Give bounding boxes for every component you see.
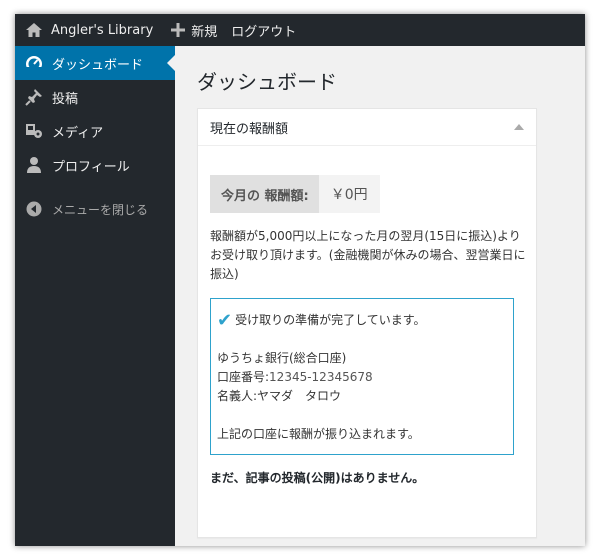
admin-sidebar: ダッシュボード 投稿 メディア プロフィール メニューを閉じる: [15, 46, 175, 546]
collapse-label: メニューを閉じる: [52, 202, 149, 217]
sidebar-item-label: メディア: [52, 125, 104, 141]
transfer-note: 上記の口座に報酬が振り込まれます。: [217, 427, 420, 441]
user-icon: [25, 156, 43, 174]
sidebar-item-label: ダッシュボード: [52, 57, 144, 73]
sidebar-item-media[interactable]: メディア: [15, 114, 175, 148]
check-icon: ✔: [217, 310, 233, 331]
media-icon: [25, 122, 43, 140]
sidebar-item-posts[interactable]: 投稿: [15, 80, 175, 114]
logout-link[interactable]: ログアウト: [231, 14, 296, 46]
page-title: ダッシュボード: [197, 70, 337, 94]
collapse-toggle-icon[interactable]: [514, 124, 524, 130]
account-number: 12345-12345678: [269, 370, 373, 384]
widget-body: 今月の 報酬額: ￥0円 報酬額が5,000円以上になった月の翌月(15日に振込…: [198, 146, 536, 486]
sidebar-item-label: プロフィール: [52, 159, 130, 175]
reward-summary: 今月の 報酬額: ￥0円: [210, 175, 380, 213]
pin-icon: [25, 88, 43, 106]
site-name-link[interactable]: Angler's Library: [15, 14, 153, 46]
collapse-menu-button[interactable]: メニューを閉じる: [15, 192, 175, 226]
app-window: Angler's Library 新規 ログアウト ダッシュボード 投稿 メディ…: [15, 14, 585, 546]
admin-bar: Angler's Library 新規 ログアウト: [15, 14, 585, 46]
reward-value: ￥0円: [318, 175, 380, 213]
account-row: 口座番号:12345-12345678: [217, 368, 507, 387]
collapse-arrow-icon: [25, 200, 43, 218]
sidebar-item-label: 投稿: [52, 91, 79, 107]
home-icon: [26, 23, 42, 37]
no-posts-message: まだ、記事の投稿(公開)はありません。: [210, 471, 425, 485]
reward-widget: 現在の報酬額 今月の 報酬額: ￥0円 報酬額が5,000円以上になった月の翌月…: [197, 108, 537, 538]
sidebar-item-dashboard[interactable]: ダッシュボード: [15, 46, 175, 80]
bank-name: ゆうちょ銀行(総合口座): [217, 351, 347, 365]
main-content: ダッシュボード 現在の報酬額 今月の 報酬額: ￥0円 報酬額が5,000円以上…: [175, 46, 585, 546]
payment-note: 報酬額が5,000円以上になった月の翌月(15日に振込)よりお受け取り頂けます。…: [210, 229, 526, 281]
ready-status: ✔ 受け取りの準備が完了しています。: [217, 311, 507, 330]
ready-text: 受け取りの準備が完了しています。: [235, 313, 426, 327]
logout-label: ログアウト: [231, 24, 297, 40]
account-holder: 名義人:ヤマダ タロウ: [217, 389, 342, 403]
widget-header[interactable]: 現在の報酬額: [198, 109, 536, 146]
new-content-link[interactable]: 新規: [171, 14, 217, 46]
sidebar-item-profile[interactable]: プロフィール: [15, 148, 175, 182]
account-label: 口座番号:: [217, 370, 270, 384]
bank-info-box: ✔ 受け取りの準備が完了しています。 ゆうちょ銀行(総合口座) 口座番号:123…: [210, 298, 514, 455]
plus-icon: [171, 23, 186, 37]
widget-title: 現在の報酬額: [210, 121, 289, 137]
dashboard-icon: [25, 54, 43, 72]
new-label: 新規: [191, 24, 218, 40]
reward-label: 今月の 報酬額:: [210, 175, 319, 213]
site-name: Angler's Library: [51, 22, 154, 38]
